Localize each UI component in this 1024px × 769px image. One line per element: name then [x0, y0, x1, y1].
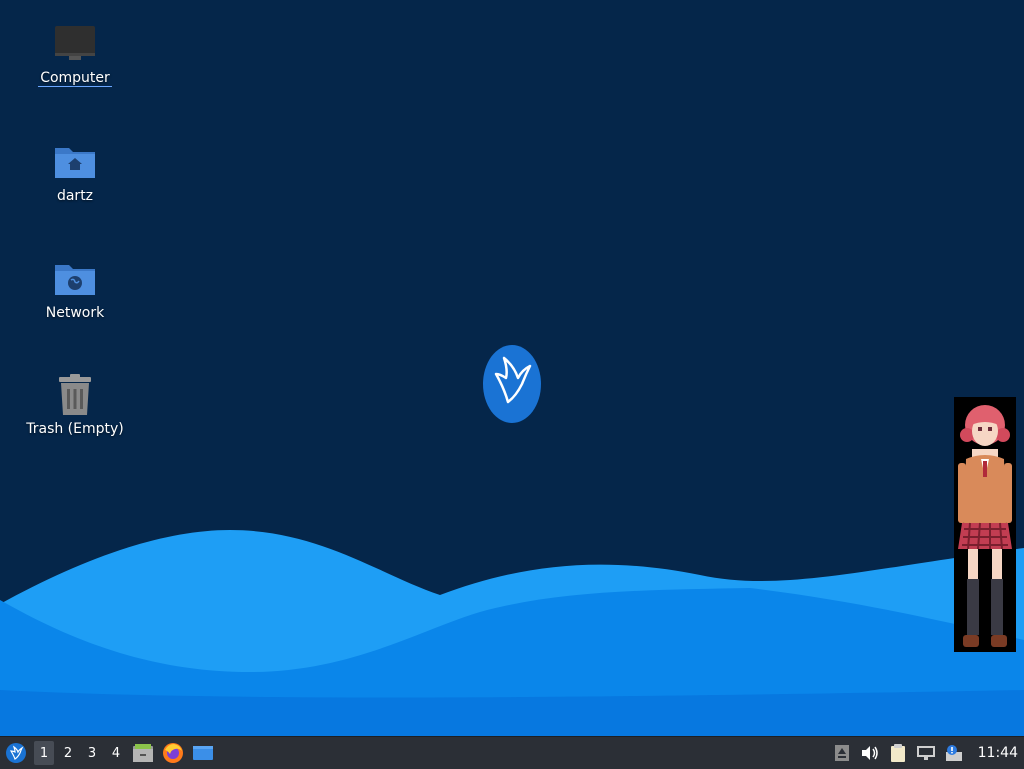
workspace-label: 3 [87, 745, 97, 761]
desktop-icon-label: Trash (Empty) [26, 421, 124, 437]
workspace-3-button[interactable]: 3 [80, 737, 104, 769]
taskbar: 1 2 3 4 11:44 [0, 736, 1024, 769]
network-icon [916, 746, 935, 760]
file-manager-icon [133, 744, 153, 762]
clock[interactable]: 11:44 [968, 745, 1024, 761]
desktop-icon-trash[interactable]: Trash (Empty) [20, 373, 130, 437]
application-menu-button[interactable] [0, 737, 32, 769]
system-tray: 11:44 [828, 737, 1024, 769]
desktop-icon [193, 746, 213, 760]
volume-icon [861, 746, 878, 760]
network-folder-icon [55, 265, 95, 295]
workspace-1-button[interactable]: 1 [34, 741, 54, 765]
clipboard-icon [890, 744, 905, 762]
desktop-icon-label: dartz [56, 188, 94, 204]
show-desktop-button[interactable] [188, 737, 218, 769]
update-notifier-icon [945, 745, 962, 761]
mascot-character-image [954, 397, 1016, 652]
taskbar-left: 1 2 3 4 [0, 737, 218, 769]
desktop-icon-label: Computer [38, 70, 112, 87]
desktop-icon-computer[interactable]: Computer [20, 22, 130, 87]
workspace-4-button[interactable]: 4 [104, 737, 128, 769]
network-button[interactable] [912, 737, 940, 769]
desktop-icon-network[interactable]: Network [20, 257, 130, 321]
computer-icon [55, 26, 95, 60]
file-manager-launcher[interactable] [128, 737, 158, 769]
web-browser-launcher[interactable] [158, 737, 188, 769]
firefox-icon [163, 743, 183, 763]
desktop-icon-label: Network [45, 305, 105, 321]
removable-drive-button[interactable] [828, 737, 856, 769]
workspace-2-button[interactable]: 2 [56, 737, 80, 769]
workspace-label: 2 [63, 745, 73, 761]
distro-menu-icon [6, 743, 26, 763]
workspace-label: 4 [111, 745, 121, 761]
clipboard-button[interactable] [884, 737, 912, 769]
volume-button[interactable] [856, 737, 884, 769]
distro-logo-icon [483, 345, 541, 423]
home-folder-icon [55, 148, 95, 178]
trash-icon [59, 374, 91, 415]
workspace-label: 1 [39, 745, 49, 761]
desktop-icon-home[interactable]: dartz [20, 140, 130, 204]
removable-drive-icon [834, 745, 849, 761]
update-notifier-button[interactable] [940, 737, 968, 769]
